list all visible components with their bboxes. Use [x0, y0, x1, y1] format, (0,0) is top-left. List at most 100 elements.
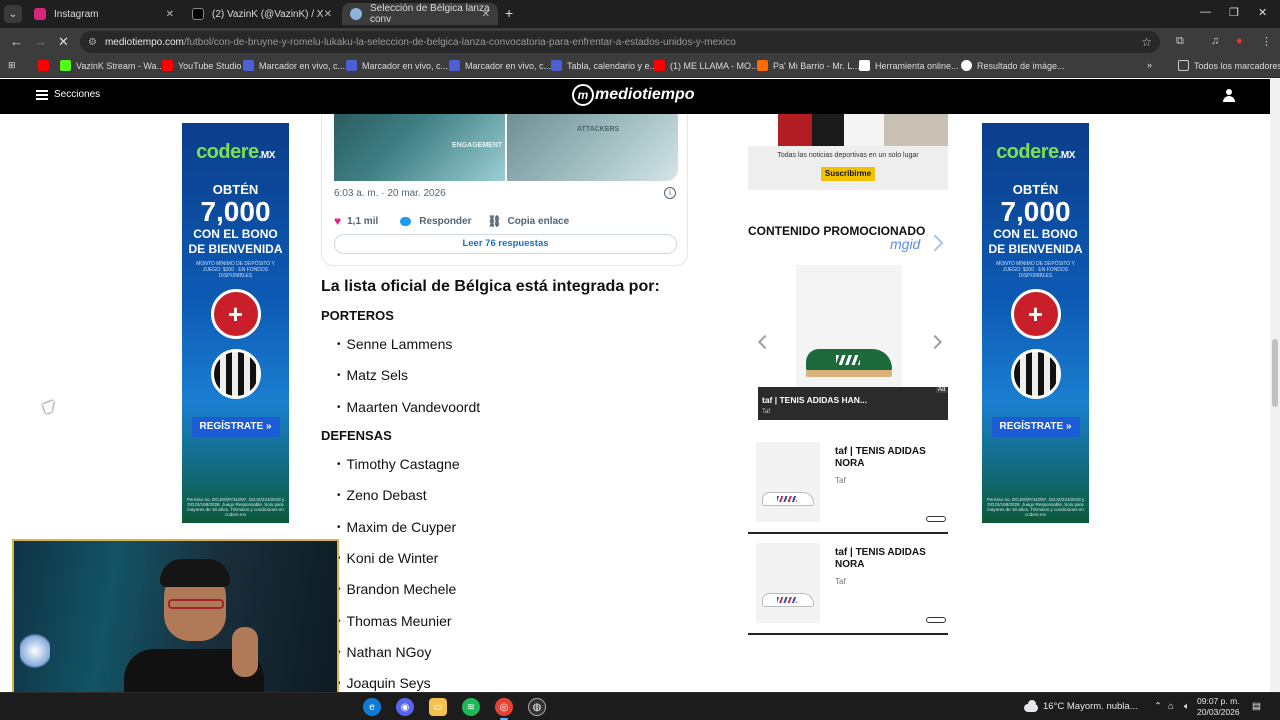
codere-ad-right[interactable]: codere.MX OBTÉN 7,000 CON EL BONO DE BIE… — [982, 123, 1089, 523]
list-item: Nathan NGoy — [337, 644, 432, 660]
read-replies-button[interactable]: Leer 76 respuestas — [334, 234, 677, 254]
bookmark-tabla[interactable]: Tabla, calendario y e... — [551, 60, 657, 71]
bookmark-youtube[interactable] — [38, 60, 54, 71]
bookmark-youtube-studio[interactable]: YouTube Studio — [162, 60, 241, 71]
site-header: Secciones m mediotiempo — [0, 79, 1270, 114]
discord-icon[interactable]: ◉ — [396, 698, 414, 716]
back-button[interactable]: ← — [10, 34, 23, 49]
url-host: mediotiempo.com — [104, 36, 184, 48]
tab-search-button[interactable]: ⌄ — [4, 5, 22, 23]
promo-item[interactable]: taf | TENIS ADIDAS NORA Taf — [748, 543, 948, 635]
carousel-caption[interactable]: taf | TENIS ADIDAS HAN... Taf Ad — [758, 387, 948, 420]
site-info-icon[interactable]: ⚙ — [88, 37, 97, 48]
tab-mediotiempo[interactable]: Selección de Bélgica lanza conv ✕ — [342, 3, 498, 25]
list-item: Koni de Winter — [337, 550, 439, 566]
tab-instagram[interactable]: Instagram ✕ — [26, 3, 182, 25]
copy-link-button[interactable]: ⛓ Copia enlace — [488, 215, 570, 228]
system-clock[interactable]: 09:07 p. m. 20/03/2026 — [1197, 696, 1240, 718]
like-button[interactable]: ♥ 1,1 mil — [334, 214, 378, 228]
edge-icon[interactable]: e — [363, 698, 381, 716]
close-window-button[interactable]: ✕ — [1258, 6, 1267, 19]
tweet-image-2[interactable]: ATTACKERS — [507, 114, 678, 181]
site-logo[interactable]: m mediotiempo — [572, 84, 695, 106]
ad-line-2: DE BIENVENIDA — [988, 242, 1083, 256]
ad-line-1: CON EL BONO — [993, 227, 1078, 241]
menu-icon[interactable]: ⋮ — [1261, 35, 1272, 48]
chrome-icon[interactable]: ◎ — [495, 698, 513, 720]
file-explorer-icon[interactable]: ▭ — [429, 698, 447, 716]
kick-icon — [60, 60, 71, 71]
promo-title[interactable]: taf | TENIS ADIDAS NORA — [835, 446, 945, 470]
promo-thumbnail[interactable] — [756, 442, 820, 522]
embedded-tweet[interactable]: ENGAGEMENT ATTACKERS 6:03 a. m. · 20 mar… — [321, 114, 688, 266]
promo-item[interactable]: taf | TENIS ADIDAS NORA Taf — [748, 442, 948, 534]
spotify-icon[interactable]: ≋ — [462, 698, 480, 716]
newsletter-banner: Todas las noticias deportivas en un solo… — [748, 114, 948, 190]
list-item: Joaquin Seys — [337, 675, 431, 691]
weather-widget[interactable]: 16°C Mayorm. nubla... — [1043, 701, 1138, 712]
tweet-image-1[interactable]: ENGAGEMENT — [334, 114, 505, 181]
tray-expand-icon[interactable]: ⌃ — [1154, 701, 1162, 712]
scroll-thumb[interactable] — [1272, 339, 1278, 407]
carousel-prev-icon[interactable] — [757, 334, 773, 350]
volume-icon[interactable]: 🔈︎ — [1184, 701, 1190, 712]
bookmark-label: Marcador en vivo, c... — [465, 60, 552, 71]
section-defensas: DEFENSAS — [321, 428, 392, 443]
bookmark-me-llama[interactable]: (1) ME LLAMA - MO... — [654, 60, 759, 71]
reply-button[interactable]: Responder — [400, 216, 472, 227]
bookmark-marcador-2[interactable]: Marcador en vivo, c... — [346, 60, 448, 71]
forward-button[interactable]: → — [34, 34, 47, 49]
all-bookmarks[interactable]: Todos los marcadores — [1178, 60, 1280, 71]
shoe-image[interactable] — [796, 265, 902, 391]
promo-thumbnail[interactable] — [756, 543, 820, 623]
tab-title: Instagram — [54, 8, 99, 20]
apps-icon[interactable]: ⊞ — [8, 60, 16, 71]
toolbar: ← → ✕ ⚙ mediotiempo.com /futbol/con-de-b… — [0, 28, 1280, 56]
media-control-icon[interactable]: ♫ — [1211, 35, 1219, 47]
promo-title[interactable]: taf | TENIS ADIDAS NORA — [835, 547, 945, 571]
article-subheading: La lista oficial de Bélgica está integra… — [321, 278, 660, 295]
bookmark-pa-mi-barrio[interactable]: Pa' Mi Barrio - Mr. L... — [757, 60, 860, 71]
close-icon[interactable]: ✕ — [324, 9, 332, 20]
carousel-title: taf | TENIS ADIDAS HAN... — [762, 395, 868, 405]
promo-carousel[interactable]: taf | TENIS ADIDAS HAN... Taf Ad — [757, 265, 948, 420]
bookmark-star-icon[interactable]: ☆ — [1141, 35, 1152, 49]
register-button[interactable]: REGÍSTRATE » — [191, 417, 280, 437]
obs-icon[interactable]: ◍ — [528, 698, 546, 716]
promo-options-button[interactable] — [926, 516, 946, 522]
sections-menu-button[interactable]: Secciones — [36, 89, 100, 100]
link-icon: ⛓ — [487, 215, 502, 228]
bookmark-herramienta[interactable]: Herramienta online... — [859, 60, 959, 71]
new-tab-button[interactable]: + — [505, 5, 513, 21]
bookmark-marcador-3[interactable]: Marcador en vivo, c... — [449, 60, 551, 71]
tweet-timestamp[interactable]: 6:03 a. m. · 20 mar. 2026 — [334, 188, 446, 199]
mgid-logo[interactable]: mgid — [890, 236, 920, 252]
close-icon[interactable]: ✕ — [166, 9, 174, 20]
tab-x[interactable]: (2) VazinK (@VazinK) / X ✕ — [184, 3, 340, 25]
minimize-button[interactable]: — — [1200, 6, 1211, 18]
network-icon[interactable]: ⌂ — [1168, 701, 1174, 712]
page-scrollbar[interactable] — [1270, 79, 1280, 692]
subscribe-button[interactable]: Suscribirme — [821, 167, 875, 181]
info-icon[interactable]: i — [664, 187, 676, 199]
bookmark-resultado-imagen[interactable]: Resultado de imáge... — [961, 60, 1065, 71]
bookmark-label: VazinK Stream - Wa... — [76, 60, 165, 71]
copy-link-label: Copia enlace — [507, 215, 570, 227]
more-bookmarks-icon[interactable]: » — [1147, 60, 1152, 70]
register-button[interactable]: REGÍSTRATE » — [991, 417, 1080, 437]
promo-source: Taf — [835, 476, 846, 485]
user-icon[interactable] — [1223, 89, 1235, 103]
profile-icon[interactable]: ● — [1236, 35, 1243, 47]
restore-button[interactable]: ❐ — [1229, 6, 1239, 19]
stop-loading-button[interactable]: ✕ — [58, 34, 69, 50]
extensions-icon[interactable]: ⧉ — [1176, 35, 1184, 48]
promo-options-button[interactable] — [926, 617, 946, 623]
bookmark-kick[interactable]: VazinK Stream - Wa... — [60, 60, 164, 71]
hair — [160, 559, 230, 587]
codere-ad-left[interactable]: codere.MX OBTÉN 7,000 CON EL BONO DE BIE… — [182, 123, 289, 523]
address-bar[interactable]: ⚙ mediotiempo.com /futbol/con-de-bruyne-… — [80, 31, 1160, 53]
carousel-next-icon[interactable] — [927, 334, 943, 350]
close-icon[interactable]: ✕ — [482, 9, 490, 20]
notifications-icon[interactable]: ▤ — [1252, 701, 1261, 712]
bookmark-marcador-1[interactable]: Marcador en vivo, c... — [243, 60, 345, 71]
